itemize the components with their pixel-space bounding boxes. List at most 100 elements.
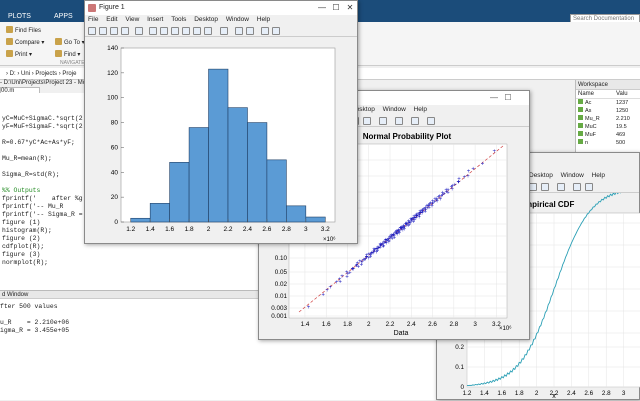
rotate-icon[interactable] [182, 27, 190, 35]
menu-desktop[interactable]: Desktop [194, 15, 218, 25]
y-tick-label: 40 [111, 169, 119, 176]
workspace-row[interactable]: MuF 469 [576, 131, 640, 139]
print-button[interactable]: Print ▾ [6, 50, 32, 59]
open-icon[interactable] [99, 27, 107, 35]
compare-icon [6, 38, 13, 45]
menu-help[interactable]: Help [257, 15, 270, 25]
npp-xlabel: Data [394, 330, 409, 337]
find-button[interactable]: Find ▾ [55, 50, 80, 59]
histogram-bar [227, 107, 248, 223]
link-icon[interactable] [220, 27, 228, 35]
new-figure-icon[interactable] [88, 27, 96, 35]
figure-1-window: Figure 1 — ☐ ✕ File Edit View Insert Too… [84, 0, 358, 244]
path-seg-uni[interactable]: Uni [21, 71, 30, 77]
edit-plot-icon[interactable] [135, 27, 143, 35]
rotate-icon[interactable] [379, 117, 387, 125]
compare-button[interactable]: Compare ▾ [6, 38, 44, 47]
y-tick-label: 20 [111, 194, 119, 201]
histogram-bar [149, 203, 170, 223]
x-tick-label: 1.6 [497, 390, 506, 397]
x-tick-label: 1.6 [165, 226, 174, 233]
zoom-out-icon[interactable] [363, 117, 371, 125]
x-tick-label: 3 [622, 390, 626, 397]
path-drive[interactable]: D: [10, 71, 16, 77]
hide-tools-icon[interactable] [261, 27, 269, 35]
menu-tools[interactable]: Tools [171, 15, 186, 25]
colorbar-icon[interactable] [411, 117, 419, 125]
menu-desktop[interactable]: Desktop [529, 171, 553, 181]
menu-window[interactable]: Window [383, 105, 406, 115]
menu-help[interactable]: Help [592, 171, 605, 181]
col-name[interactable]: Name [576, 90, 616, 99]
brush-icon[interactable] [204, 27, 212, 35]
menu-file[interactable]: File [88, 15, 98, 25]
goto-icon [55, 38, 62, 45]
minimize-icon[interactable]: — [487, 91, 501, 105]
tab-plots[interactable]: PLOTS [8, 12, 31, 22]
pan-icon[interactable] [171, 27, 179, 35]
path-seg-projects[interactable]: Projects [35, 71, 57, 77]
legend-icon[interactable] [246, 27, 254, 35]
npp-point: + [481, 161, 485, 167]
variable-value: 469 [616, 132, 626, 138]
print-icon[interactable] [121, 27, 129, 35]
x-tick-label: 1.2 [463, 390, 472, 397]
histogram-plot[interactable]: 0 20 40 60 80 100 120 140 1.2 1.4 1.6 1.8 2 2.2 2.4 2.… [85, 38, 359, 245]
y-tick-label: 0.10 [275, 255, 288, 262]
menu-window[interactable]: Window [561, 171, 584, 181]
legend-icon[interactable] [427, 117, 435, 125]
y-tick-label: 0.1 [455, 364, 464, 371]
datatip-icon[interactable] [193, 27, 201, 35]
figure-1-title: Figure 1 [99, 4, 125, 11]
show-tools-icon[interactable] [272, 27, 280, 35]
find-files-button[interactable]: Find Files [6, 26, 41, 35]
path-seg-project[interactable]: Proje [62, 71, 76, 77]
variable-name: As [585, 108, 592, 114]
variable-icon [578, 115, 583, 120]
x-tick-label: 3 [304, 226, 308, 233]
zoom-out-icon[interactable] [160, 27, 168, 35]
workspace-row[interactable]: Mu_R 2.210 [576, 115, 640, 123]
workspace-panel: Workspace Name Valu Ac 1237 As 1250 Mu_R 2.210… [575, 80, 640, 160]
pan-icon[interactable] [557, 183, 565, 191]
maximize-icon[interactable]: ☐ [501, 91, 515, 105]
y-tick-label: 80 [111, 120, 119, 127]
menu-help[interactable]: Help [414, 105, 427, 115]
menu-insert[interactable]: Insert [147, 15, 163, 25]
y-tick-label: 100 [107, 95, 118, 102]
minimize-icon[interactable]: — [315, 1, 329, 15]
go-to-button[interactable]: Go To ▾ [55, 38, 85, 47]
x-tick-label: 2.2 [386, 321, 395, 328]
workspace-row[interactable]: MuC 19.5 [576, 123, 640, 131]
save-icon[interactable] [110, 27, 118, 35]
variable-value: 1250 [616, 108, 629, 114]
col-value[interactable]: Valu [616, 91, 628, 97]
close-icon[interactable]: ✕ [343, 1, 357, 15]
npp-point: + [329, 285, 333, 291]
workspace-row[interactable]: As 1250 [576, 107, 640, 115]
maximize-icon[interactable]: ☐ [329, 1, 343, 15]
x-tick-label: 1.8 [185, 226, 194, 233]
colorbar-icon[interactable] [585, 183, 593, 191]
x-tick-label: 2 [367, 321, 371, 328]
tab-apps[interactable]: APPS [54, 12, 73, 22]
npp-point: + [340, 274, 344, 280]
x-tick-label: 2.8 [602, 390, 611, 397]
workspace-rows: Ac 1237 As 1250 Mu_R 2.210 MuC 19.5 MuF 469 n 500 [576, 99, 640, 147]
datatip-icon[interactable] [395, 117, 403, 125]
zoom-in-icon[interactable] [149, 27, 157, 35]
npp-point: + [307, 305, 311, 311]
menu-window[interactable]: Window [226, 15, 249, 25]
colorbar-icon[interactable] [235, 27, 243, 35]
rotate-icon[interactable] [573, 183, 581, 191]
variable-icon [578, 107, 583, 112]
npp-x-exponent: ×10⁶ [499, 325, 512, 332]
menu-edit[interactable]: Edit [106, 15, 117, 25]
zoom-out-icon[interactable] [541, 183, 549, 191]
workspace-row[interactable]: Ac 1237 [576, 99, 640, 107]
variable-name: Ac [585, 100, 592, 106]
folder-icon [6, 26, 13, 33]
y-tick-label: 0.01 [275, 293, 288, 300]
menu-view[interactable]: View [125, 15, 139, 25]
workspace-row[interactable]: n 500 [576, 139, 640, 147]
